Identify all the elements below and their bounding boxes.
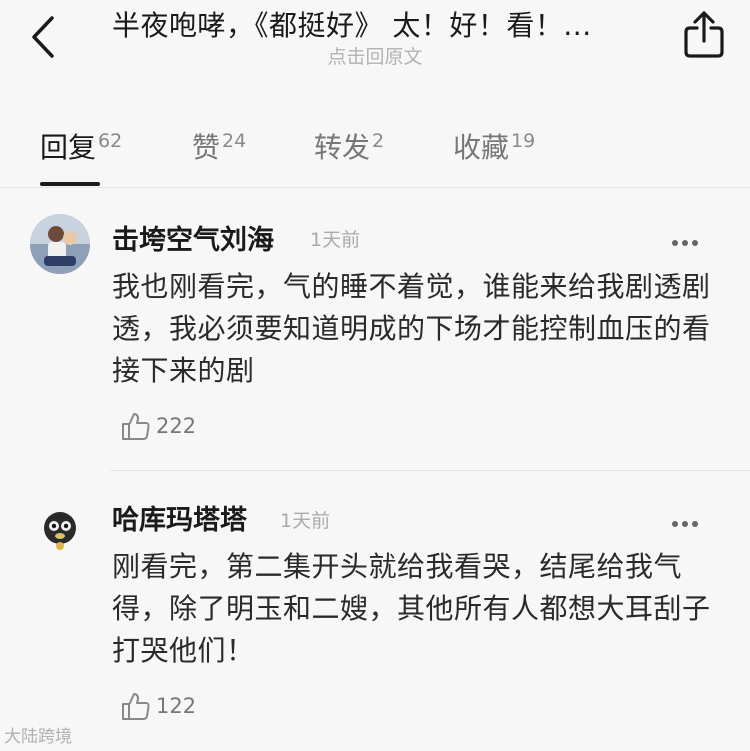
tab-label: 转发	[314, 131, 371, 164]
comment-username[interactable]: 击垮空气刘海	[112, 218, 274, 257]
share-button[interactable]	[680, 8, 728, 60]
tab-label: 收藏	[453, 131, 510, 164]
comment-page: 半夜咆哮，《都挺好》 太！好！看！... 点击回原文 回复 62 赞 24 转发 2 …	[0, 0, 750, 751]
thumbs-up-icon	[122, 413, 150, 440]
tab-count: 19	[511, 130, 536, 152]
tab-bar: 回复 62 赞 24 转发 2 收藏 19	[0, 118, 750, 188]
top-bar: 半夜咆哮，《都挺好》 太！好！看！... 点击回原文	[0, 0, 750, 100]
tab-likes[interactable]: 赞 24	[192, 126, 246, 186]
avatar[interactable]	[30, 214, 90, 274]
share-icon	[684, 11, 724, 58]
dot	[682, 521, 688, 527]
comment-time: 1天前	[280, 510, 331, 532]
tab-count: 2	[372, 130, 385, 152]
active-tab-indicator	[40, 182, 100, 186]
avatar-image	[30, 496, 90, 556]
thumbs-up-icon	[122, 693, 150, 720]
like-count: 222	[156, 414, 197, 438]
dot	[682, 240, 688, 246]
tab-replies[interactable]: 回复 62	[40, 126, 122, 186]
back-to-original-link[interactable]: 点击回原文	[0, 42, 750, 69]
avatar-image	[30, 214, 90, 274]
divider	[0, 187, 750, 188]
tab-count: 24	[222, 130, 247, 152]
like-count: 122	[156, 694, 197, 718]
tab-label: 回复	[40, 131, 97, 164]
tab-favorites[interactable]: 收藏 19	[453, 126, 535, 186]
tab-reposts[interactable]: 转发 2	[314, 126, 384, 186]
dot	[692, 240, 698, 246]
like-button[interactable]: 122	[120, 690, 210, 724]
dot	[672, 521, 678, 527]
more-options-button[interactable]	[672, 512, 708, 528]
dot	[672, 240, 678, 246]
avatar[interactable]	[30, 496, 90, 556]
comment-divider	[110, 470, 750, 471]
comment-time: 1天前	[310, 229, 361, 251]
comment-text: 我也刚看完，气的睡不着觉，谁能来给我剧透剧透，我必须要知道明成的下场才能控制血压…	[112, 270, 711, 387]
like-button[interactable]: 222	[120, 410, 210, 444]
watermark: 大陆跨境	[4, 727, 72, 747]
comment-text: 刚看完，第二集开头就给我看哭，结尾给我气得，除了明玉和二嫂，其他所有人都想大耳刮…	[112, 550, 711, 667]
post-title: 半夜咆哮，《都挺好》 太！好！看！...	[112, 9, 592, 42]
dot	[692, 521, 698, 527]
more-options-button[interactable]	[672, 231, 708, 247]
tab-count: 62	[98, 130, 123, 152]
tab-label: 赞	[192, 131, 221, 164]
comment-username[interactable]: 哈库玛塔塔	[112, 498, 247, 537]
